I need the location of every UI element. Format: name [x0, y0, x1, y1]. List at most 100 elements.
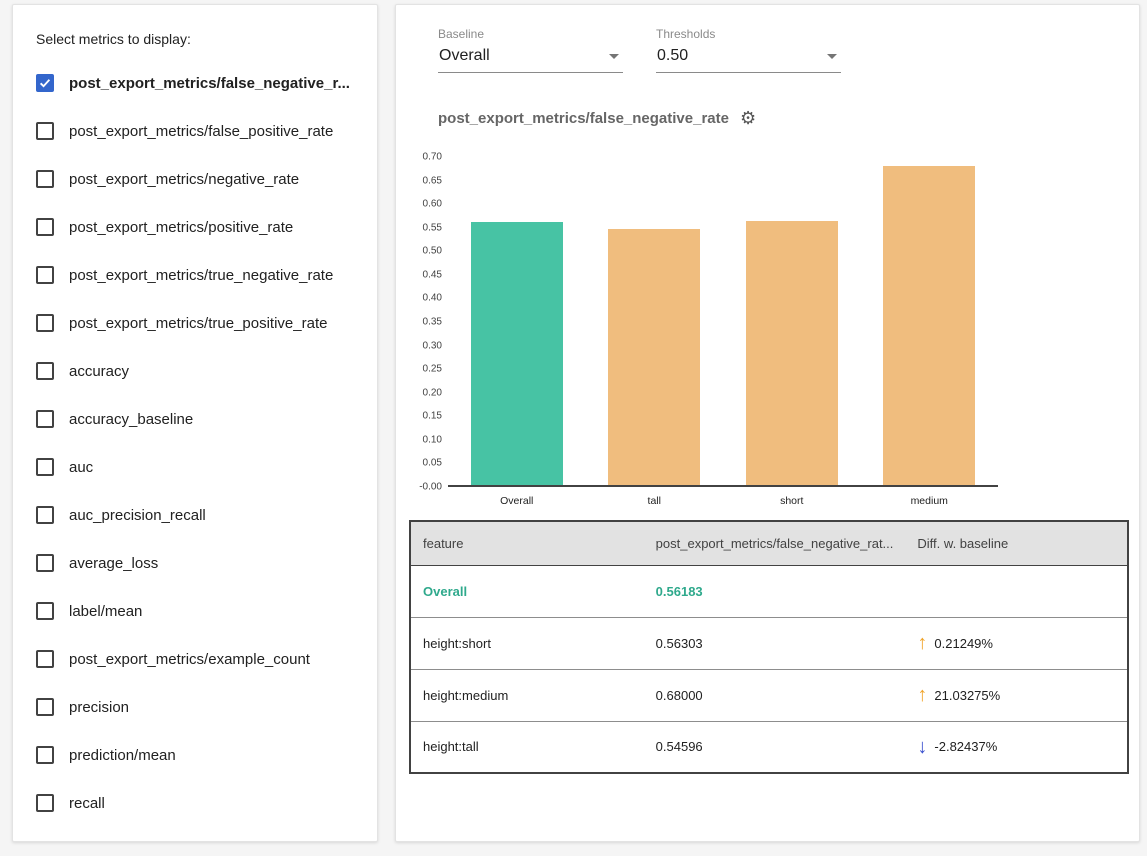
baseline-dropdown-label: Baseline [438, 27, 623, 41]
metric-label: post_export_metrics/true_positive_rate [69, 315, 327, 332]
metric-label: precision [69, 699, 129, 716]
table-header-cell: post_export_metrics/false_negative_rat..… [644, 521, 906, 565]
metric-label: label/mean [69, 603, 142, 620]
diff-cell: ↑21.03275% [905, 669, 1128, 721]
metric-item[interactable]: accuracy [36, 347, 354, 395]
metric-item[interactable]: post_export_metrics/negative_rate [36, 155, 354, 203]
checkbox-unchecked[interactable] [36, 266, 54, 284]
metric-item[interactable]: post_export_metrics/false_positive_rate [36, 107, 354, 155]
x-tick-label: tall [586, 489, 724, 507]
bar-plot [448, 157, 998, 487]
bar-group [586, 157, 724, 485]
metric-label: accuracy_baseline [69, 411, 193, 428]
checkbox-unchecked[interactable] [36, 122, 54, 140]
metric-item[interactable]: post_export_metrics/true_positive_rate [36, 299, 354, 347]
metric-select-title: Select metrics to display: [36, 31, 354, 47]
diff-cell: ↓ -2.82437% [905, 721, 1128, 773]
checkbox-unchecked[interactable] [36, 218, 54, 236]
table-row[interactable]: height:medium0.68000↑21.03275% [410, 669, 1128, 721]
y-tick-label: 0.55 [423, 222, 442, 233]
bar-Overall[interactable] [471, 222, 563, 485]
checkbox-unchecked[interactable] [36, 794, 54, 812]
settings-gear-icon[interactable]: ⚙ [740, 109, 756, 127]
bar-group [723, 157, 861, 485]
checkbox-unchecked[interactable] [36, 554, 54, 572]
bar-chart: 0.700.650.600.550.500.450.400.350.300.25… [396, 157, 998, 487]
metric-item[interactable]: recall [36, 779, 354, 827]
metrics-list: post_export_metrics/false_negative_r...p… [36, 59, 354, 827]
chart-y-axis: 0.700.650.600.550.500.450.400.350.300.25… [396, 157, 448, 487]
thresholds-dropdown-label: Thresholds [656, 27, 841, 41]
thresholds-dropdown-value: 0.50 [657, 47, 688, 65]
y-tick-label: 0.05 [423, 458, 442, 469]
metric-label: post_export_metrics/negative_rate [69, 171, 299, 188]
checkbox-checked[interactable] [36, 74, 54, 92]
table-row[interactable]: Overall0.56183 [410, 565, 1128, 617]
checkbox-unchecked[interactable] [36, 362, 54, 380]
metric-item[interactable]: average_loss [36, 539, 354, 587]
metric-detail-panel: Baseline Overall Thresholds 0.50 post_ex… [395, 4, 1140, 842]
metric-item[interactable]: post_export_metrics/false_negative_r... [36, 59, 354, 107]
bar-group [448, 157, 586, 485]
metric-label: prediction/mean [69, 747, 176, 764]
baseline-dropdown-field[interactable]: Overall [438, 46, 623, 73]
checkbox-unchecked[interactable] [36, 650, 54, 668]
checkbox-unchecked[interactable] [36, 506, 54, 524]
arrow-up-icon: ↑ [917, 633, 927, 653]
bar-tall[interactable] [608, 229, 700, 485]
metric-item[interactable]: post_export_metrics/true_negative_rate [36, 251, 354, 299]
feature-cell: height:short [410, 617, 644, 669]
metric-value-cell: 0.56183 [644, 565, 906, 617]
metric-label: auc_precision_recall [69, 507, 206, 524]
y-tick-label: 0.70 [423, 152, 442, 163]
checkbox-unchecked[interactable] [36, 314, 54, 332]
metric-item[interactable]: prediction/mean [36, 731, 354, 779]
table-body: Overall0.56183height:short0.56303 ↑ 0.2124… [410, 565, 1128, 773]
metric-item[interactable]: precision [36, 683, 354, 731]
metric-label: recall [69, 795, 105, 812]
metric-label: post_export_metrics/true_negative_rate [69, 267, 333, 284]
x-tick-label: short [723, 489, 861, 507]
checkbox-unchecked[interactable] [36, 602, 54, 620]
y-tick-label: 0.50 [423, 246, 442, 257]
metric-value-cell: 0.54596 [644, 721, 906, 773]
metric-label: post_export_metrics/example_count [69, 651, 310, 668]
metric-label: average_loss [69, 555, 158, 572]
table-row[interactable]: height:tall0.54596↓-2.82437% [410, 721, 1128, 773]
metric-item[interactable]: auc [36, 443, 354, 491]
metric-value-cell: 0.56303 [644, 617, 906, 669]
checkbox-unchecked[interactable] [36, 746, 54, 764]
checkbox-unchecked[interactable] [36, 458, 54, 476]
y-tick-label: 0.60 [423, 199, 442, 210]
metric-item[interactable]: label/mean [36, 587, 354, 635]
table-row[interactable]: height:short0.56303 ↑ 0.21249% [410, 617, 1128, 669]
arrow-down-icon: ↓ [917, 737, 927, 757]
controls-row: Baseline Overall Thresholds 0.50 [438, 27, 841, 73]
bar-short[interactable] [746, 221, 838, 485]
metric-label: accuracy [69, 363, 129, 380]
chart-header: post_export_metrics/false_negative_rate … [438, 109, 756, 127]
checkbox-unchecked[interactable] [36, 698, 54, 716]
y-tick-label: -0.00 [419, 482, 442, 493]
metric-item[interactable]: post_export_metrics/example_count [36, 635, 354, 683]
metric-item[interactable]: accuracy_baseline [36, 395, 354, 443]
chart-title: post_export_metrics/false_negative_rate [438, 110, 729, 127]
checkbox-unchecked[interactable] [36, 410, 54, 428]
chevron-down-icon [609, 54, 619, 59]
table-header-cell: feature [410, 521, 644, 565]
diff-value: 0.21249% [934, 636, 993, 651]
bar-medium[interactable] [883, 166, 975, 485]
y-tick-label: 0.10 [423, 434, 442, 445]
metric-label: post_export_metrics/false_negative_r... [69, 75, 350, 92]
x-axis-labels: Overalltallshortmedium [448, 489, 998, 507]
baseline-dropdown: Baseline Overall [438, 27, 623, 73]
metric-label: post_export_metrics/false_positive_rate [69, 123, 333, 140]
metric-item[interactable]: post_export_metrics/positive_rate [36, 203, 354, 251]
metric-value-cell: 0.68000 [644, 669, 906, 721]
y-tick-label: 0.40 [423, 293, 442, 304]
checkbox-unchecked[interactable] [36, 170, 54, 188]
diff-value: -2.82437% [934, 739, 997, 754]
metric-item[interactable]: auc_precision_recall [36, 491, 354, 539]
feature-cell: height:medium [410, 669, 644, 721]
thresholds-dropdown-field[interactable]: 0.50 [656, 46, 841, 73]
